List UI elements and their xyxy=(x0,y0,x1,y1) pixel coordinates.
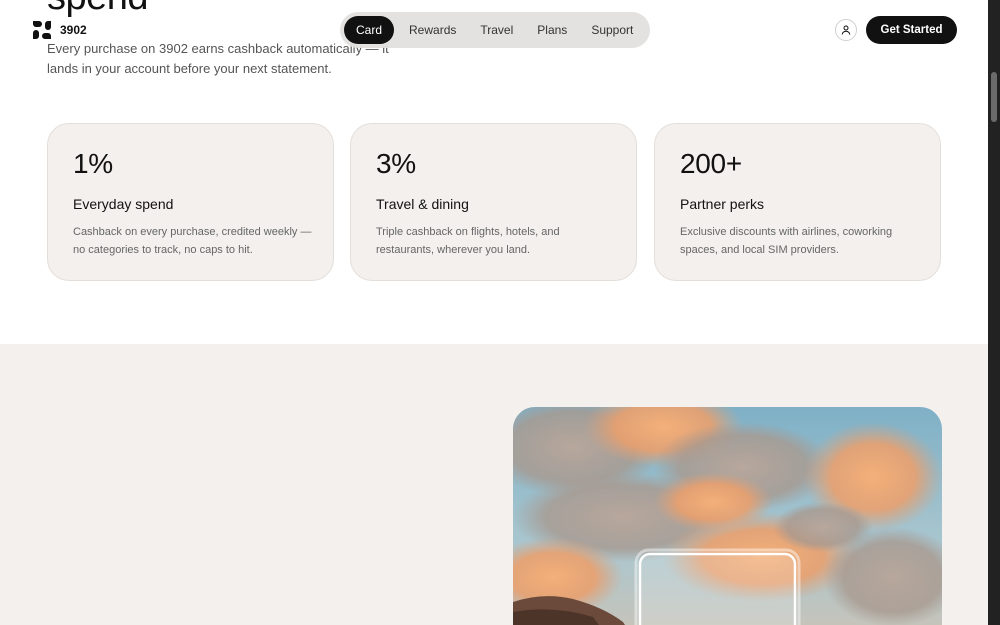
card-description: Triple cashback on flights, hotels, and … xyxy=(376,226,560,256)
brand-name: 3902 xyxy=(58,23,89,37)
account-button[interactable] xyxy=(835,19,857,41)
user-icon xyxy=(841,25,851,35)
get-started-button[interactable]: Get Started xyxy=(866,16,957,44)
nav-item-card[interactable]: Card xyxy=(344,16,395,44)
card-title: Everyday spend xyxy=(73,196,174,212)
card-description: Cashback on every purchase, credited wee… xyxy=(73,226,312,256)
nav-item-travel[interactable]: Travel xyxy=(468,16,525,44)
card-stat: 1% xyxy=(73,148,113,179)
brand-logo[interactable]: 3902 xyxy=(32,20,89,40)
page: spend Every purchase on 3902 earns cashb… xyxy=(0,0,988,625)
scrollbar-thumb[interactable] xyxy=(991,72,997,122)
feature-card-everyday: 1% Everyday spend Cashback on every purc… xyxy=(47,123,334,281)
card-title: Partner perks xyxy=(680,196,765,212)
sky-card-image xyxy=(513,407,942,625)
card-title: Travel & dining xyxy=(376,196,469,212)
main-nav: Card Rewards Travel Plans Support xyxy=(340,12,650,48)
nav-item-plans[interactable]: Plans xyxy=(525,16,579,44)
feature-card-perks: 200+ Partner perks Exclusive discounts w… xyxy=(654,123,941,281)
card-description: Exclusive discounts with airlines, cowor… xyxy=(680,226,893,256)
nav-item-support[interactable]: Support xyxy=(579,16,645,44)
card-stat: 200+ xyxy=(680,148,742,179)
nav-item-rewards[interactable]: Rewards xyxy=(397,16,468,44)
feature-card-travel: 3% Travel & dining Triple cashback on fl… xyxy=(350,123,637,281)
card-stat: 3% xyxy=(376,148,416,179)
hero-heading: spend xyxy=(47,0,149,16)
glowing-card-outline xyxy=(638,552,797,625)
hero-intro: Every purchase on 3902 earns cashback au… xyxy=(47,41,389,76)
page-scrollbar[interactable] xyxy=(988,0,1000,625)
clover-logo-icon xyxy=(33,21,51,39)
